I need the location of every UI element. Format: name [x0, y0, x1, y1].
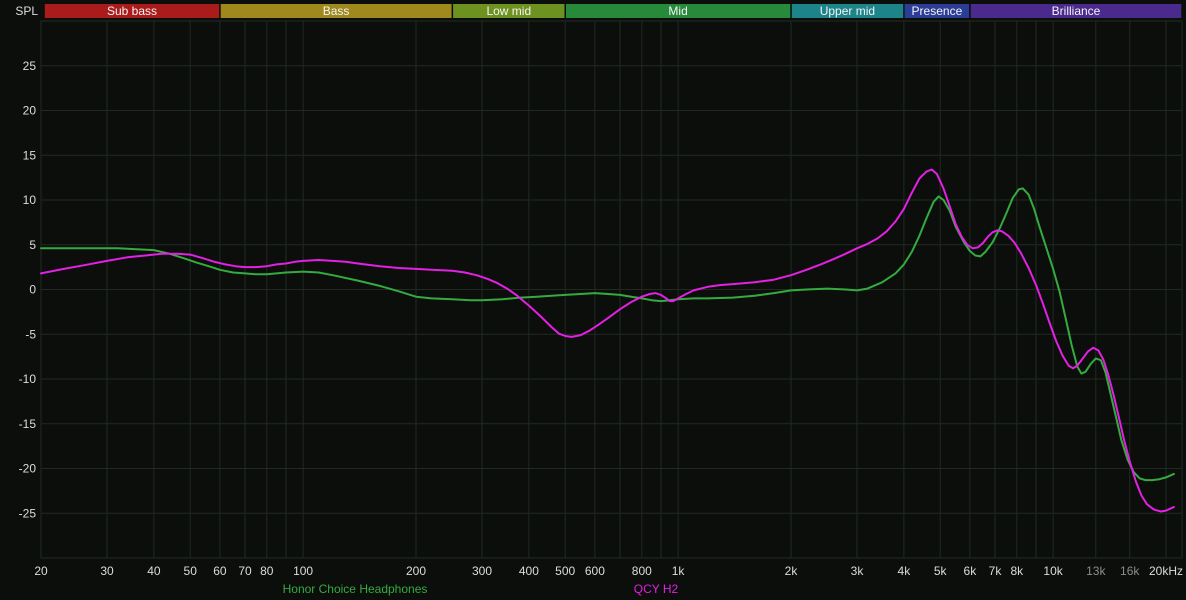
- x-tick-label: 13k: [1086, 564, 1106, 578]
- x-tick-label: 80: [260, 564, 274, 578]
- x-tick-label: 600: [585, 564, 605, 578]
- x-tick-label: 10k: [1043, 564, 1063, 578]
- x-tick-label: 7k: [989, 564, 1003, 578]
- x-tick-label: 300: [472, 564, 492, 578]
- band-label-presence: Presence: [912, 4, 963, 18]
- x-tick-label: 2k: [785, 564, 799, 578]
- legend-qcy-h2[interactable]: QCY H2: [634, 582, 679, 596]
- chart-background: [0, 0, 1186, 600]
- band-label-low-mid: Low mid: [486, 4, 531, 18]
- y-tick-label: 15: [23, 148, 37, 162]
- x-tick-label: 20: [34, 564, 48, 578]
- x-tick-label: 400: [519, 564, 539, 578]
- y-tick-label: -5: [25, 327, 36, 341]
- y-tick-label: -10: [19, 372, 37, 386]
- x-tick-label: 3k: [851, 564, 865, 578]
- y-tick-label: 5: [29, 238, 36, 252]
- x-tick-label: 6k: [964, 564, 978, 578]
- x-tick-label: 70: [238, 564, 252, 578]
- y-tick-label: 25: [23, 59, 37, 73]
- band-label-bass: Bass: [323, 4, 350, 18]
- x-tick-label: 20kHz: [1149, 564, 1183, 578]
- spl-axis-title: SPL: [15, 4, 38, 18]
- band-label-upper-mid: Upper mid: [820, 4, 875, 18]
- y-tick-label: -25: [19, 506, 37, 520]
- x-tick-label: 5k: [934, 564, 948, 578]
- x-tick-label: 50: [184, 564, 198, 578]
- y-tick-label: 10: [23, 193, 37, 207]
- x-tick-label: 40: [147, 564, 161, 578]
- band-label-sub-bass: Sub bass: [107, 4, 157, 18]
- x-tick-label: 4k: [898, 564, 912, 578]
- x-tick-label: 100: [293, 564, 313, 578]
- x-tick-label: 800: [632, 564, 652, 578]
- band-label-mid: Mid: [668, 4, 687, 18]
- frequency-response-chart: Sub bass Bass Low mid Mid Upper mid Presence B…: [0, 0, 1186, 600]
- x-tick-label: 1k: [672, 564, 686, 578]
- chart-layers: Sub bass Bass Low mid Mid Upper mid Presence B…: [0, 0, 1186, 600]
- x-tick-label: 200: [406, 564, 426, 578]
- x-tick-label: 8k: [1010, 564, 1024, 578]
- y-tick-label: 0: [29, 283, 36, 297]
- legend-honor-choice-headphones[interactable]: Honor Choice Headphones: [283, 582, 428, 596]
- y-tick-label: -20: [19, 462, 37, 476]
- y-tick-label: 20: [23, 104, 37, 118]
- x-tick-label: 500: [555, 564, 575, 578]
- x-tick-label: 16k: [1120, 564, 1140, 578]
- x-tick-label: 60: [213, 564, 227, 578]
- y-tick-label: -15: [19, 417, 37, 431]
- x-tick-label: 30: [100, 564, 114, 578]
- band-label-brilliance: Brilliance: [1052, 4, 1101, 18]
